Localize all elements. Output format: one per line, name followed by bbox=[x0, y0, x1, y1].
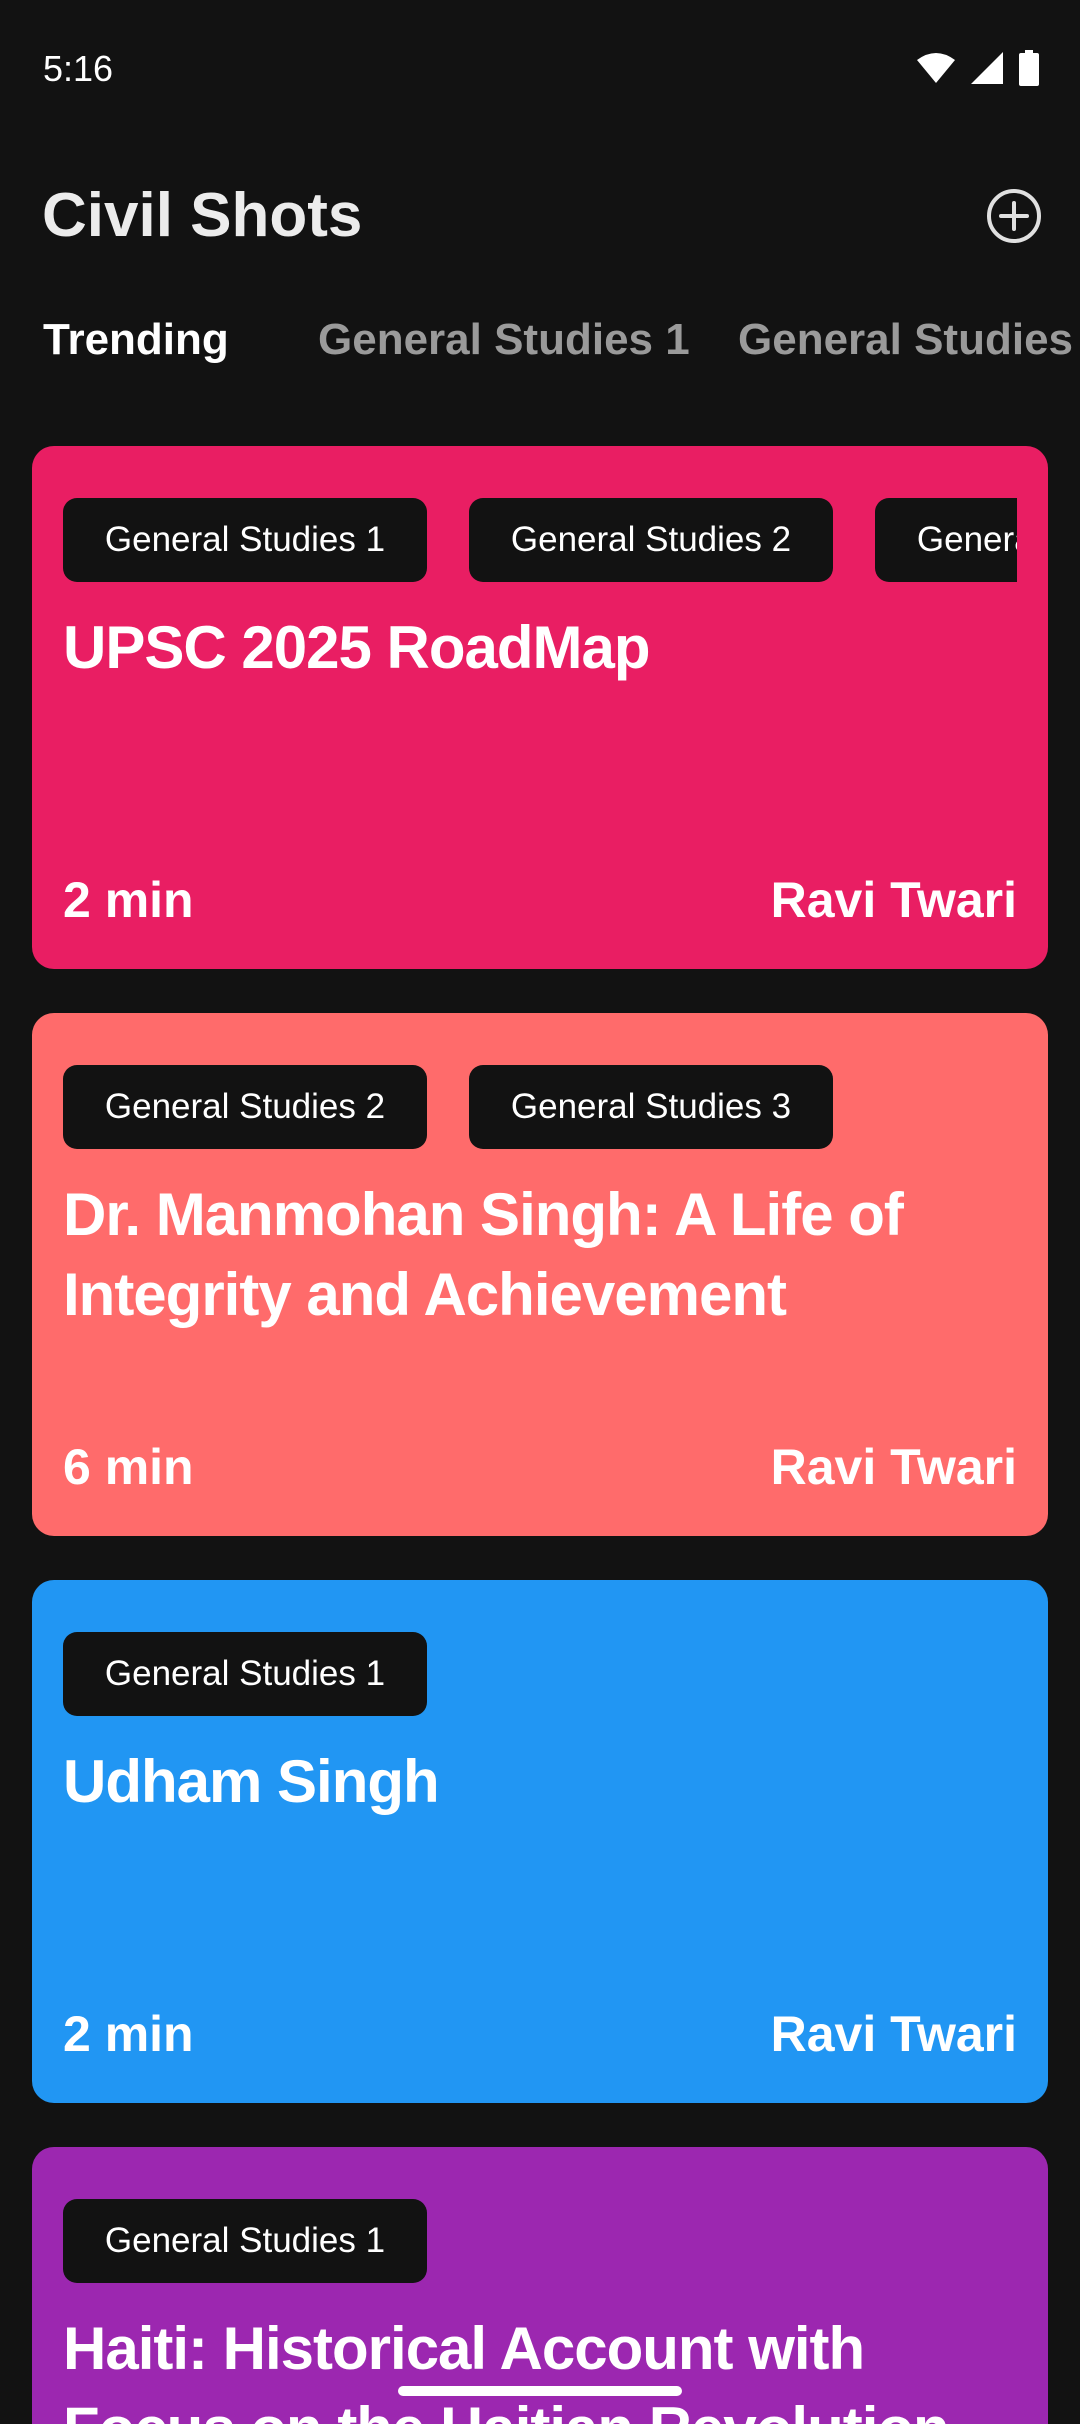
tag-chip[interactable]: General Studies 3 bbox=[469, 1065, 833, 1149]
card-title: UPSC 2025 RoadMap bbox=[63, 614, 651, 681]
card-read-time: 2 min bbox=[63, 2006, 194, 2062]
add-circle-icon bbox=[986, 189, 1042, 248]
article-card[interactable]: General Studies 1 Udham Singh 2 min Ravi… bbox=[32, 1580, 1048, 2103]
tag-list: General Studies 1 General Studies 2 Gene… bbox=[63, 498, 1017, 582]
article-card[interactable]: General Studies 1 Haiti: Historical Acco… bbox=[32, 2147, 1048, 2424]
signal-icon bbox=[970, 51, 1004, 90]
tab-general-studies-2[interactable]: General Studies 2 bbox=[738, 315, 1080, 365]
article-card[interactable]: General Studies 2 General Studies 3 Dr. … bbox=[32, 1013, 1048, 1536]
tag-chip[interactable]: General Studies 1 bbox=[63, 2199, 427, 2283]
card-title: Haiti: Historical Account with Focus on … bbox=[63, 2315, 950, 2424]
wifi-icon bbox=[916, 52, 956, 89]
card-title: Dr. Manmohan Singh: A Life of Integrity … bbox=[63, 1181, 904, 1328]
app-header: Civil Shots bbox=[0, 170, 1080, 270]
tab-trending[interactable]: Trending bbox=[43, 315, 229, 365]
card-read-time: 2 min bbox=[63, 872, 194, 928]
tag-chip[interactable]: General Studies 3 bbox=[875, 498, 1017, 582]
tag-list: General Studies 1 bbox=[63, 2199, 1017, 2283]
card-read-time: 6 min bbox=[63, 1439, 194, 1495]
home-indicator[interactable] bbox=[398, 2386, 682, 2396]
article-card[interactable]: General Studies 1 General Studies 2 Gene… bbox=[32, 446, 1048, 969]
tag-list: General Studies 2 General Studies 3 bbox=[63, 1065, 1017, 1149]
tag-chip[interactable]: General Studies 2 bbox=[469, 498, 833, 582]
status-icons bbox=[916, 50, 1040, 91]
category-tabs: Trending General Studies 1 General Studi… bbox=[0, 315, 1080, 385]
card-title: Udham Singh bbox=[63, 1748, 440, 1815]
tag-list: General Studies 1 bbox=[63, 1632, 1017, 1716]
add-button[interactable] bbox=[986, 188, 1042, 244]
app-title: Civil Shots bbox=[42, 181, 363, 250]
tag-chip[interactable]: General Studies 1 bbox=[63, 498, 427, 582]
card-author: Ravi Twari bbox=[770, 872, 1017, 928]
tag-chip[interactable]: General Studies 1 bbox=[63, 1632, 427, 1716]
status-time: 5:16 bbox=[43, 48, 114, 89]
battery-icon bbox=[1018, 50, 1040, 91]
status-bar: 5:16 bbox=[0, 0, 1080, 140]
card-author: Ravi Twari bbox=[770, 1439, 1017, 1495]
tab-general-studies-1[interactable]: General Studies 1 bbox=[318, 315, 690, 365]
card-author: Ravi Twari bbox=[770, 2006, 1017, 2062]
tag-chip[interactable]: General Studies 2 bbox=[63, 1065, 427, 1149]
